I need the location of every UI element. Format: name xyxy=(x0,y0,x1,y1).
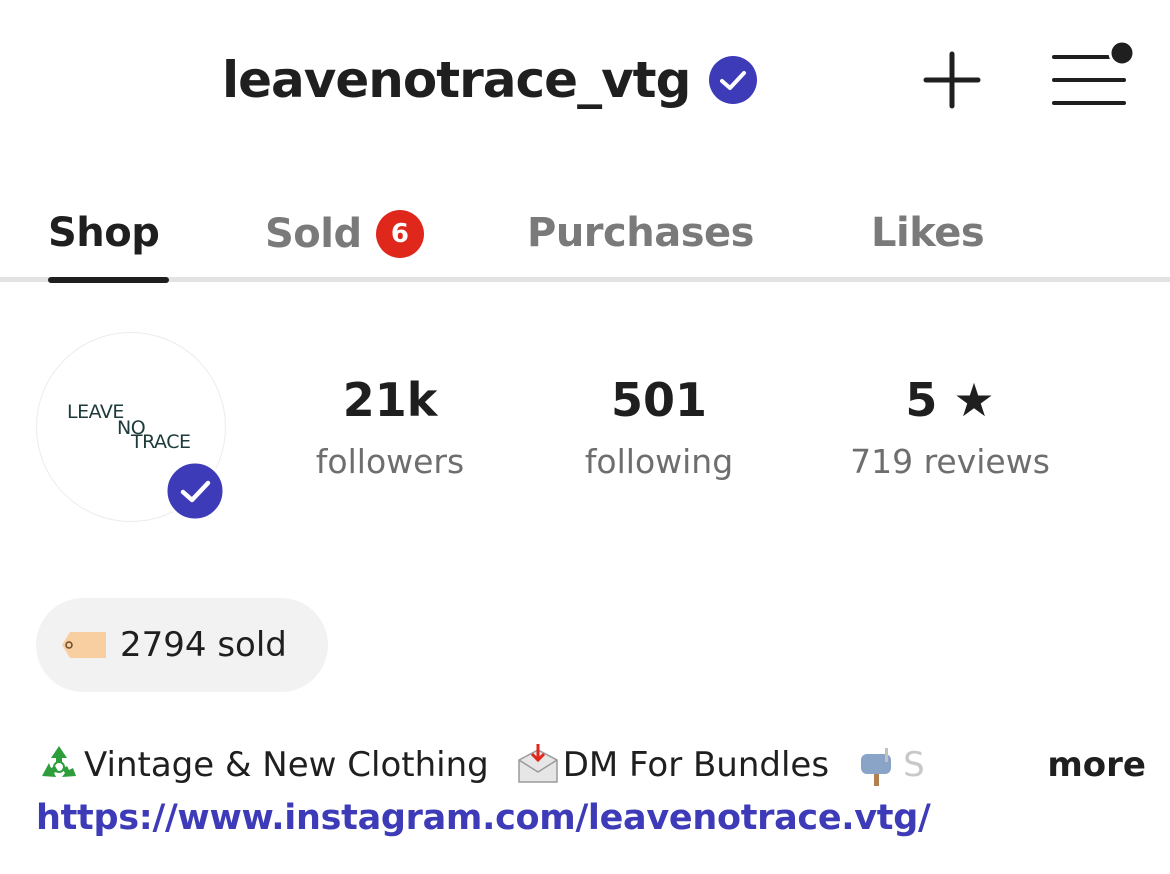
bio-text: Vintage & New Clothing xyxy=(84,745,489,785)
profile-tabs: Shop Sold 6 Purchases Likes xyxy=(0,200,1170,284)
active-tab-indicator xyxy=(48,277,169,283)
bio: Vintage & New Clothing DM For Bundles S … xyxy=(36,738,1146,792)
followers-count: 21k xyxy=(342,373,438,427)
mailbox-icon xyxy=(861,748,892,786)
following-count: 501 xyxy=(610,373,708,427)
profile-screen: leavenotrace_vtg Shop Sold 6 Purchases L… xyxy=(0,0,1170,874)
tab-label: Purchases xyxy=(527,210,754,256)
tab-label: Shop xyxy=(48,210,160,256)
tab-label: Likes xyxy=(871,210,985,256)
reviews-stat[interactable]: 5 ★ 719 reviews xyxy=(830,372,1070,482)
bio-text: DM For Bundles xyxy=(562,745,830,785)
menu-button[interactable] xyxy=(1050,38,1136,110)
sold-count-pill: 2794 sold xyxy=(36,598,328,692)
tab-sold[interactable]: Sold 6 xyxy=(265,210,424,258)
envelope-arrow-icon xyxy=(517,744,558,783)
username: leavenotrace_vtg xyxy=(222,51,691,109)
tab-divider xyxy=(0,277,1170,282)
bio-more-button[interactable]: more xyxy=(1007,738,1146,792)
following-stat[interactable]: 501 following xyxy=(559,372,759,482)
followers-stat[interactable]: 21k followers xyxy=(290,372,490,482)
rating-value: 5 ★ xyxy=(905,373,995,427)
logo-text-line: LEAVE xyxy=(67,401,124,423)
tab-purchases[interactable]: Purchases xyxy=(527,210,754,256)
bio-link[interactable]: https://www.instagram.com/leavenotrace.v… xyxy=(36,798,931,838)
verified-check-icon xyxy=(709,56,758,104)
followers-label: followers xyxy=(315,442,465,481)
recycle-icon xyxy=(42,746,76,777)
hamburger-menu-icon xyxy=(1052,39,1136,105)
tab-label: Sold xyxy=(265,211,362,257)
price-tag-icon xyxy=(62,632,106,658)
sold-count: 2794 sold xyxy=(120,625,287,665)
add-listing-button[interactable] xyxy=(922,50,982,110)
verified-check-icon xyxy=(164,460,226,522)
header-title: leavenotrace_vtg xyxy=(222,48,758,112)
plus-icon xyxy=(923,51,981,109)
reviews-count: 719 reviews xyxy=(850,442,1050,481)
bio-text-truncated: S xyxy=(903,745,925,785)
logo-text-line: TRACE xyxy=(131,431,191,453)
tab-likes[interactable]: Likes xyxy=(871,210,985,256)
notification-badge: 6 xyxy=(375,210,424,258)
tab-shop[interactable]: Shop xyxy=(48,210,160,256)
following-label: following xyxy=(584,442,734,481)
